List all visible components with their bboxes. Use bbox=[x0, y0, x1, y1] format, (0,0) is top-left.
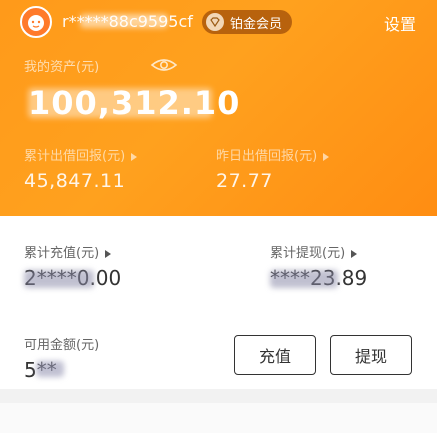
assets-mask bbox=[28, 88, 212, 118]
yesterday-return-value: 27.77 bbox=[216, 170, 273, 192]
arrow-right-icon bbox=[131, 152, 138, 161]
recharge-mask bbox=[24, 270, 94, 288]
total-return-value: 45,847.11 bbox=[24, 170, 126, 192]
eye-icon[interactable] bbox=[150, 55, 178, 75]
avatar-face-icon bbox=[28, 15, 44, 31]
vip-badge[interactable]: 铂金会员 bbox=[202, 10, 293, 34]
withdraw-button[interactable]: 提现 bbox=[330, 335, 412, 375]
arrow-right-icon bbox=[105, 249, 112, 258]
available-mask bbox=[36, 361, 64, 377]
vip-label: 铂金会员 bbox=[230, 16, 283, 32]
arrow-right-icon bbox=[351, 249, 358, 258]
my-assets-label: 我的资产(元) bbox=[24, 60, 100, 75]
total-withdraw-label[interactable]: 累计提现(元) bbox=[270, 242, 358, 261]
total-return-label[interactable]: 累计出借回报(元) bbox=[24, 145, 138, 164]
section-divider bbox=[0, 389, 437, 403]
total-recharge-label[interactable]: 累计充值(元) bbox=[24, 242, 112, 261]
vip-gem-icon bbox=[206, 13, 224, 31]
asset-header: r*****88c9595cf 铂金会员 设置 我的资产(元) 100,312.… bbox=[0, 0, 437, 216]
arrow-right-icon bbox=[323, 152, 330, 161]
user-id-mask bbox=[80, 14, 168, 28]
yesterday-return-label[interactable]: 昨日出借回报(元) bbox=[216, 145, 330, 164]
next-section bbox=[0, 403, 437, 433]
withdraw-mask bbox=[270, 270, 338, 288]
available-balance-label: 可用金额(元) bbox=[24, 338, 100, 353]
avatar[interactable] bbox=[20, 6, 52, 38]
recharge-button[interactable]: 充值 bbox=[234, 335, 316, 375]
settings-link[interactable]: 设置 bbox=[384, 11, 416, 35]
